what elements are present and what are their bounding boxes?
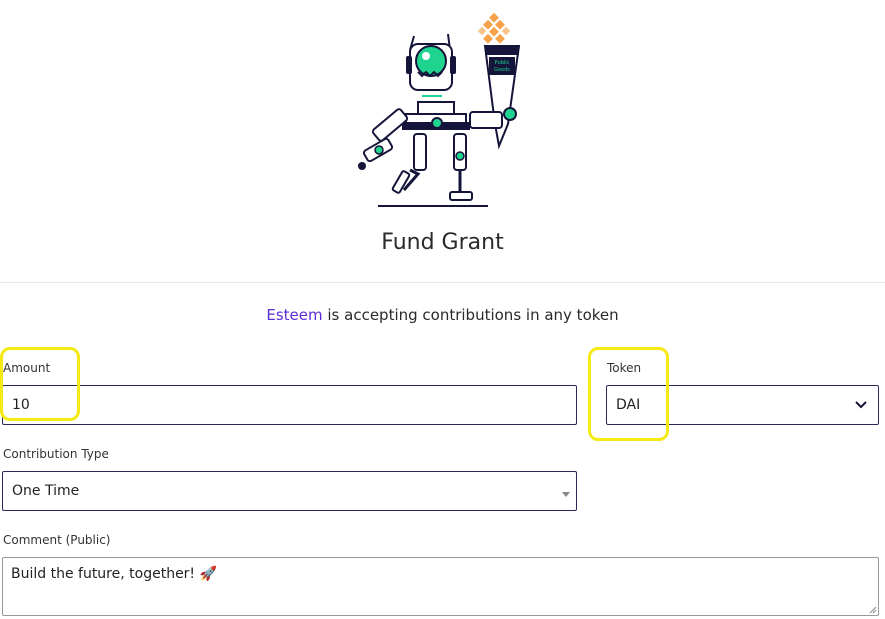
contribution-type-selected-value: One Time bbox=[12, 483, 80, 499]
contribution-tagline: Esteem is accepting contributions in any… bbox=[0, 306, 885, 324]
token-label: Token bbox=[607, 361, 642, 375]
contribution-type-label: Contribution Type bbox=[3, 447, 109, 461]
token-select[interactable]: DAI bbox=[606, 385, 879, 425]
chevron-down-icon bbox=[855, 401, 867, 409]
robot-torch-illustration: Public Goods bbox=[358, 12, 521, 207]
comment-textarea[interactable]: Build the future, together! 🚀 bbox=[2, 557, 879, 616]
grant-name-link[interactable]: Esteem bbox=[266, 306, 322, 324]
svg-text:Goods: Goods bbox=[494, 67, 510, 73]
hero-section: Public Goods Fund Grant bbox=[0, 0, 885, 283]
amount-input[interactable] bbox=[12, 397, 576, 413]
torch-flame-icon bbox=[477, 12, 511, 44]
amount-label: Amount bbox=[3, 361, 51, 375]
resize-grip-icon[interactable] bbox=[869, 606, 877, 614]
svg-text:Public: Public bbox=[495, 60, 510, 66]
contribution-type-select[interactable]: One Time bbox=[2, 471, 577, 511]
caret-down-icon bbox=[562, 491, 570, 497]
comment-label: Comment (Public) bbox=[3, 533, 111, 547]
page-title: Fund Grant bbox=[381, 230, 504, 255]
token-selected-value: DAI bbox=[616, 397, 641, 413]
amount-field[interactable] bbox=[2, 385, 577, 425]
tagline-text: is accepting contributions in any token bbox=[322, 306, 619, 324]
